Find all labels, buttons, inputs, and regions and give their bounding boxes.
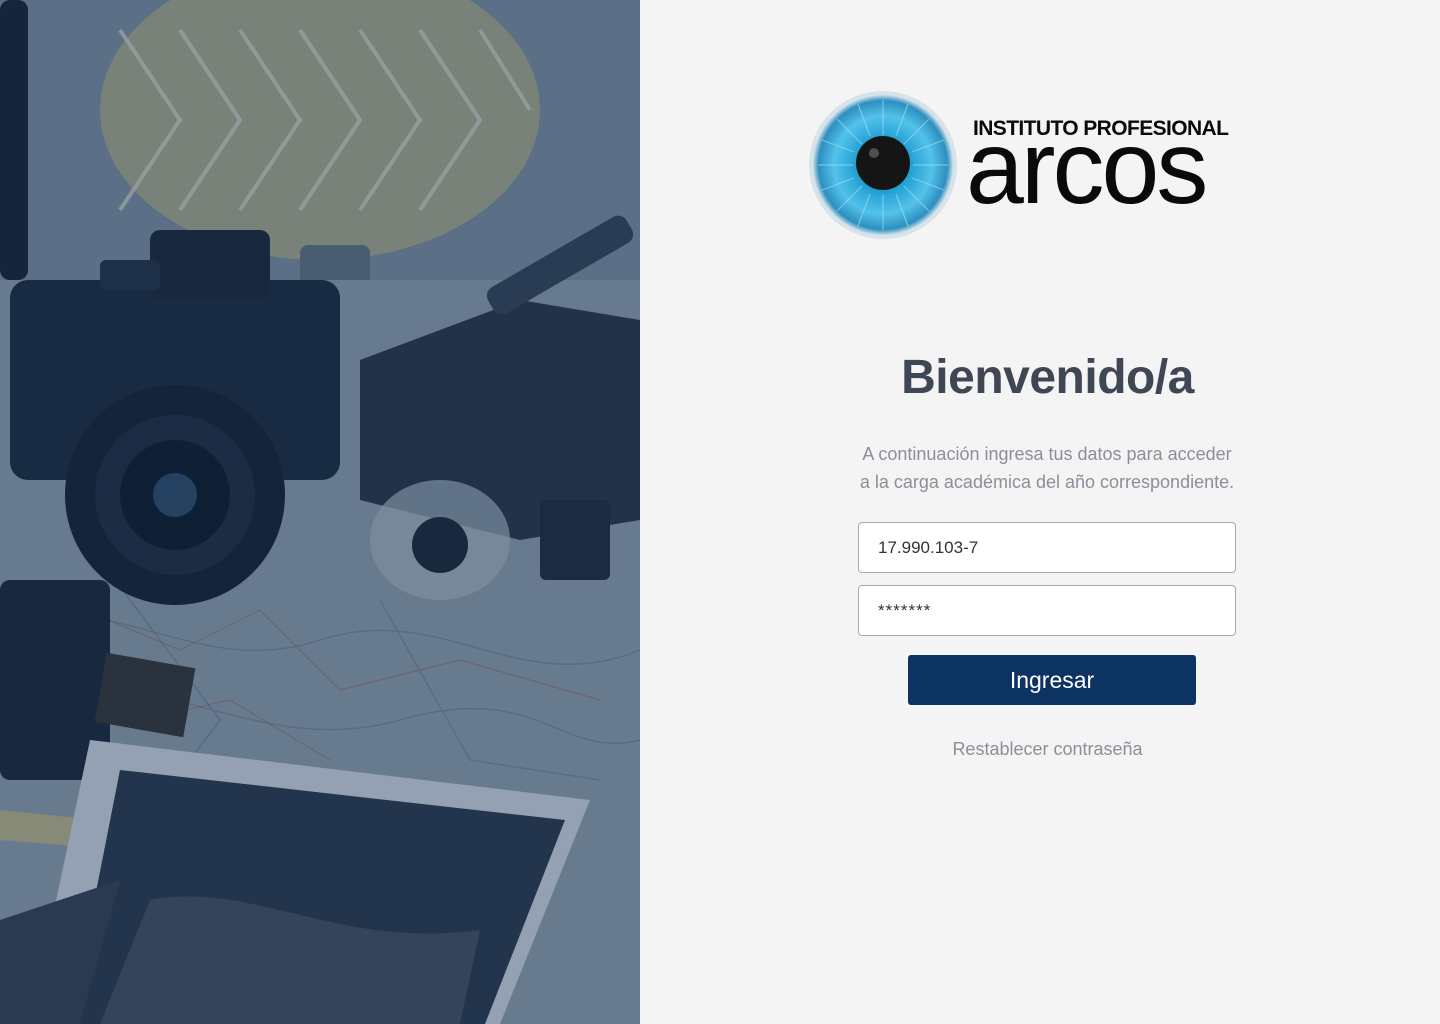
brand-logo: INSTITUTO PROFESIONAL arcos: [808, 90, 1253, 242]
intro-text: A continuación ingresa tus datos para ac…: [835, 440, 1259, 496]
brand-name: arcos: [966, 110, 1208, 226]
reset-password-link[interactable]: Restablecer contraseña: [952, 739, 1142, 759]
photo-overlay: [0, 0, 640, 1024]
page-title: Bienvenido/a: [901, 351, 1194, 404]
login-panel: INSTITUTO PROFESIONAL arcos Bienvenido/a…: [640, 0, 1440, 1024]
username-input[interactable]: [858, 522, 1236, 573]
intro-line-2: a la carga académica del año correspondi…: [859, 472, 1235, 492]
background-photo: [0, 0, 640, 1024]
password-input[interactable]: [858, 585, 1236, 636]
eye-icon: [809, 91, 957, 239]
login-button[interactable]: Ingresar: [908, 655, 1196, 705]
reset-password-row: Restablecer contraseña: [640, 739, 1440, 760]
intro-line-1: A continuación ingresa tus datos para ac…: [862, 444, 1232, 464]
